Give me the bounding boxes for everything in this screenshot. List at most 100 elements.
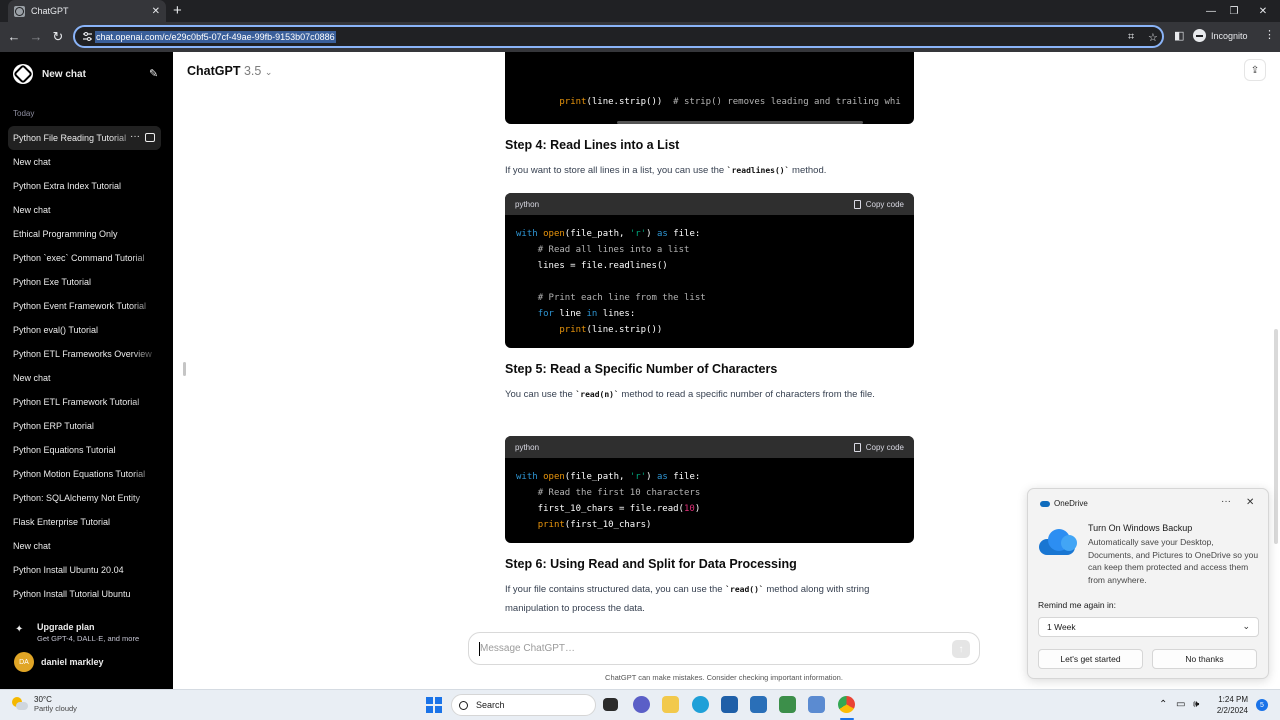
upgrade-title: Upgrade plan	[37, 622, 95, 632]
sidebar-chat-item[interactable]: Python eval() Tutorial	[8, 318, 161, 342]
step4-inline-code: `readlines()`	[726, 166, 790, 175]
chevron-up-icon[interactable]: ⌃	[1159, 699, 1167, 710]
remind-select[interactable]: 1 Week ⌄	[1038, 617, 1259, 637]
sidebar-chat-item[interactable]: Python ETL Framework Tutorial	[8, 390, 161, 414]
copy-code-button[interactable]: Copy code	[853, 199, 904, 209]
archive-icon[interactable]	[145, 133, 155, 142]
onedrive-small-icon	[1040, 500, 1050, 507]
more-options-icon[interactable]: ···	[130, 131, 140, 142]
toast-more-icon[interactable]: ···	[1221, 496, 1231, 507]
sidepanel-icon[interactable]: ◧	[1174, 29, 1184, 42]
message-placeholder: Message ChatGPT…	[480, 643, 576, 654]
chat-item-label: Python Event Framework Tutorial	[13, 301, 147, 311]
sidebar-chat-item[interactable]: Python ERP Tutorial	[8, 414, 161, 438]
label-fade	[131, 534, 161, 558]
back-button[interactable]: ←	[6, 29, 22, 45]
browser-tab[interactable]: ChatGPT ✕	[8, 0, 166, 22]
scrollbar[interactable]	[1274, 329, 1278, 544]
section-label-today: Today	[13, 109, 35, 118]
upgrade-subtitle: Get GPT-4, DALL·E, and more	[37, 634, 140, 643]
step5-code-block: python Copy code with open(file_path, 'r…	[505, 436, 914, 543]
new-chat-button[interactable]: New chat ✎	[8, 62, 161, 86]
sidebar-chat-item[interactable]: Ethical Programming Only	[8, 222, 161, 246]
chat-item-label: Python ETL Framework Tutorial	[13, 397, 140, 407]
close-window-button[interactable]: ✕	[1246, 0, 1280, 22]
step5-heading: Step 5: Read a Specific Number of Charac…	[505, 362, 778, 376]
remote-desktop-icon[interactable]	[808, 696, 825, 713]
windows-start-icon[interactable]	[426, 697, 442, 713]
sidebar-chat-item[interactable]: Python Equations Tutorial	[8, 438, 161, 462]
chrome-icon[interactable]	[838, 696, 855, 713]
toast-close-icon[interactable]: ✕	[1246, 497, 1254, 508]
sidebar-chat-item[interactable]: Python File Reading Tutorial ···	[8, 126, 161, 150]
teams-chat-icon[interactable]	[633, 696, 650, 713]
address-bar[interactable]: chat.openai.com/c/e29c0bf5-07cf-49ae-99f…	[73, 25, 1164, 48]
browser-menu-icon[interactable]: ⋮	[1264, 28, 1275, 41]
lets-get-started-button[interactable]: Let's get started	[1038, 649, 1143, 669]
code-header: python Copy code	[505, 436, 914, 458]
sidebar-chat-item[interactable]: Python Exe Tutorial	[8, 270, 161, 294]
sidebar-chat-item[interactable]: Python Install Ubuntu 20.04	[8, 558, 161, 582]
site-info-icon[interactable]	[82, 31, 93, 42]
sidebar-chat-item[interactable]: Python: SQLAlchemy Not Entity	[8, 486, 161, 510]
copy-code-label: Copy code	[865, 199, 904, 209]
taskbar-search[interactable]: Search	[451, 694, 596, 716]
sidebar-chat-item[interactable]: New chat	[8, 366, 161, 390]
label-fade	[131, 174, 161, 198]
notification-badge[interactable]: 5	[1256, 699, 1268, 711]
model-selector[interactable]: ChatGPT 3.5 ⌄	[187, 64, 272, 78]
new-tab-button[interactable]: +	[173, 2, 182, 20]
store-icon[interactable]	[721, 696, 738, 713]
sidebar-chat-item[interactable]: Python Extra Index Tutorial	[8, 174, 161, 198]
forward-button[interactable]: →	[28, 29, 44, 45]
taskbar: 30°C Partly cloudy Search ⌃ ▭ 🕪 1:24 PM …	[0, 689, 1280, 720]
code-scrollbar[interactable]	[617, 121, 863, 124]
upgrade-plan-button[interactable]: ✦ Upgrade plan Get GPT-4, DALL·E, and mo…	[15, 622, 139, 643]
sidebar-chat-item[interactable]: New chat	[8, 198, 161, 222]
notepad-plus-icon[interactable]	[779, 696, 796, 713]
browser-toolbar: ← → ↻ chat.openai.com/c/e29c0bf5-07cf-49…	[0, 22, 1280, 52]
clipboard-icon	[853, 442, 861, 452]
url-text[interactable]: chat.openai.com/c/e29c0bf5-07cf-49ae-99f…	[95, 31, 336, 43]
camera-off-icon[interactable]: ⌗	[1128, 31, 1134, 44]
label-fade	[131, 198, 161, 222]
sidebar-chat-item[interactable]: Python Event Framework Tutorial	[8, 294, 161, 318]
task-view-icon[interactable]	[603, 698, 618, 711]
label-fade	[131, 318, 161, 342]
reload-button[interactable]: ↻	[50, 29, 66, 45]
incognito-indicator[interactable]: Incognito	[1193, 29, 1248, 42]
sidebar-chat-item[interactable]: Python Motion Equations Tutorial	[8, 462, 161, 486]
share-button[interactable]: ⇪	[1244, 59, 1266, 81]
sidebar-chat-item[interactable]: Python Install Tutorial Ubuntu	[8, 582, 161, 606]
label-fade	[131, 510, 161, 534]
sidebar-chat-item[interactable]: Flask Enterprise Tutorial	[8, 510, 161, 534]
step5-text-before: You can use the	[505, 389, 576, 400]
onedrive-cloud-icon	[1039, 529, 1079, 555]
sidebar-chat-item[interactable]: Python `exec` Command Tutorial	[8, 246, 161, 270]
network-icon[interactable]: ▭	[1176, 699, 1185, 710]
bookmark-star-icon[interactable]: ☆	[1148, 31, 1158, 44]
toast-title: Turn On Windows Backup	[1088, 523, 1193, 533]
volume-icon[interactable]: 🕪	[1193, 699, 1199, 710]
copy-code-button[interactable]: Copy code	[853, 442, 904, 452]
weather-widget[interactable]: 30°C Partly cloudy	[12, 695, 77, 713]
system-clock[interactable]: 1:24 PM 2/2/2024	[1208, 694, 1248, 716]
vscode-icon[interactable]	[750, 696, 767, 713]
sidebar-chat-item[interactable]: New chat	[8, 150, 161, 174]
no-thanks-button[interactable]: No thanks	[1152, 649, 1257, 669]
remind-label: Remind me again in:	[1038, 600, 1116, 610]
edge-icon[interactable]	[692, 696, 709, 713]
send-button[interactable]: ↑	[952, 640, 970, 658]
chat-item-label: New chat	[13, 373, 51, 383]
sidebar-resize-handle[interactable]	[183, 362, 186, 376]
weather-condition: Partly cloudy	[34, 704, 77, 713]
file-explorer-icon[interactable]	[662, 696, 679, 713]
user-menu[interactable]: DA daniel markley	[14, 652, 104, 672]
sidebar-chat-item[interactable]: Python ETL Frameworks Overview	[8, 342, 161, 366]
label-fade	[131, 438, 161, 462]
sidebar-chat-item[interactable]: New chat	[8, 534, 161, 558]
message-input[interactable]: Message ChatGPT… ↑	[468, 632, 980, 665]
close-tab-icon[interactable]: ✕	[152, 6, 160, 17]
search-icon	[459, 700, 468, 710]
compose-icon[interactable]: ✎	[149, 68, 161, 80]
